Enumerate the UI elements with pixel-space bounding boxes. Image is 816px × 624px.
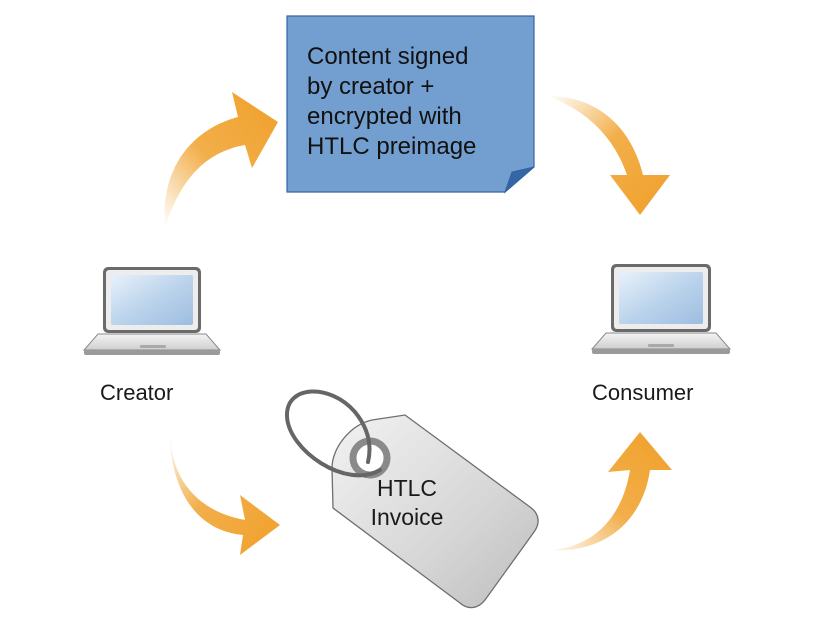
tag-line: Invoice <box>370 504 444 530</box>
creator-laptop-icon <box>82 267 222 355</box>
arrow-creator-to-invoice <box>169 425 280 555</box>
note-line: encrypted with <box>307 103 462 130</box>
invoice-tag-text: HTLC Invoice <box>352 474 462 532</box>
diagram-canvas: Content signed by creator + encrypted wi… <box>0 0 816 624</box>
tag-line: HTLC <box>376 475 438 501</box>
note-line: by creator + <box>307 73 435 100</box>
consumer-laptop-icon <box>590 264 732 354</box>
consumer-label: Consumer <box>592 380 694 405</box>
arrow-invoice-to-consumer <box>545 432 672 551</box>
arrow-creator-to-note <box>164 92 278 228</box>
arrow-note-to-consumer <box>548 96 670 215</box>
note-text: Content signed by creator + encrypted wi… <box>307 42 522 162</box>
note-line: HTLC preimage <box>307 133 477 160</box>
note-line: Content signed <box>307 43 469 70</box>
creator-label: Creator <box>100 380 174 405</box>
